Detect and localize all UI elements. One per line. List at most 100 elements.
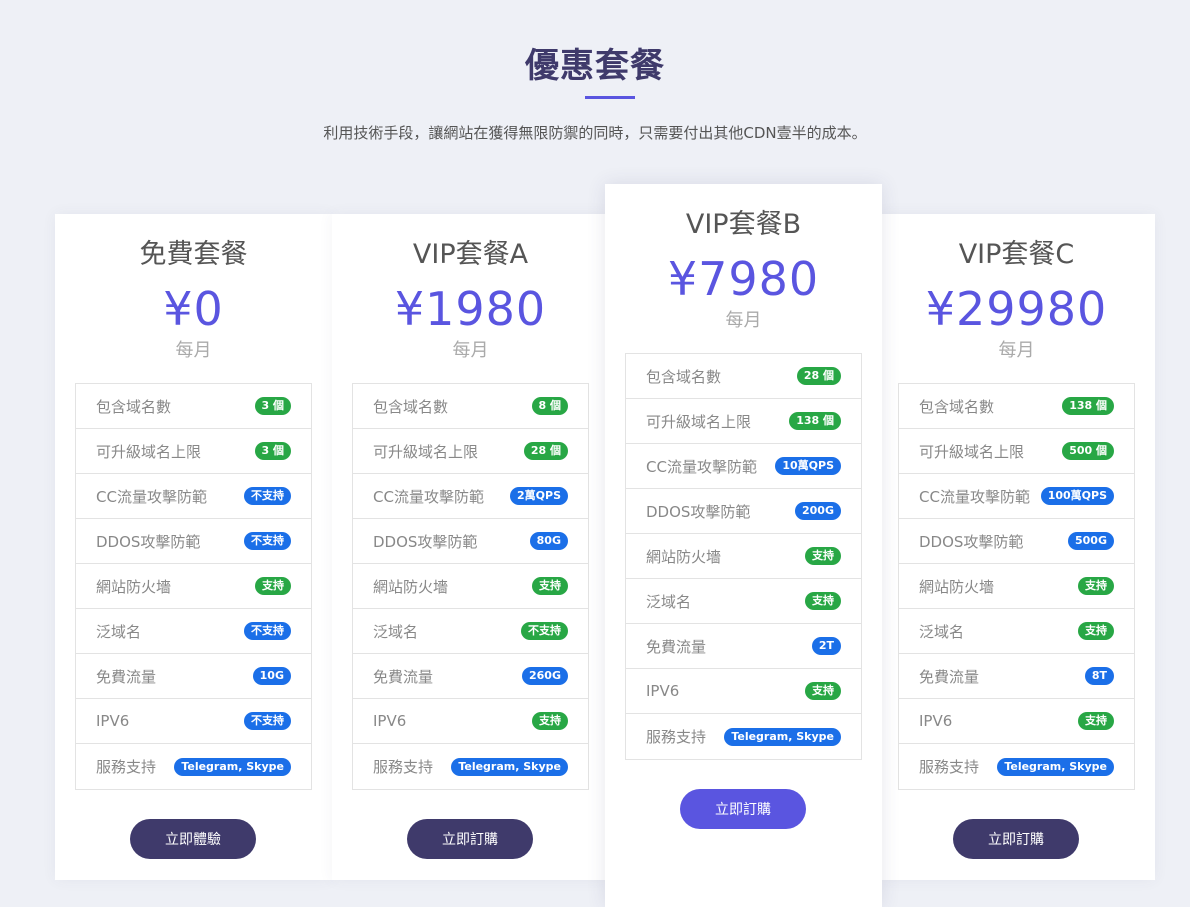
feature-row: DDOS攻擊防範 不支持 [76,519,311,564]
feature-label: 可升級域名上限 [646,412,752,431]
order-now-button[interactable]: 立即訂購 [953,819,1079,859]
feature-value-badge: 28 個 [796,367,841,385]
feature-value-badge: 不支持 [244,532,291,550]
feature-value-badge: 支持 [805,592,841,610]
plan-period: 每月 [725,310,762,331]
feature-label: 免費流量 [919,667,980,686]
order-now-button[interactable]: 立即訂購 [680,789,806,829]
feature-value-badge: 100萬QPS [1040,487,1114,505]
feature-value-badge: 80G [529,532,568,550]
feature-row: CC流量攻擊防範 100萬QPS [899,474,1134,519]
feature-row: 可升級域名上限 500 個 [899,429,1134,474]
feature-value-badge: 支持 [1078,577,1114,595]
feature-label: 服務支持 [373,758,434,776]
feature-label: CC流量攻擊防範 [373,487,484,506]
feature-value-badge: Telegram, Skype [174,757,291,776]
feature-label: 可升級域名上限 [919,442,1025,461]
plan-price: ¥1980 [394,282,547,336]
feature-row: 可升級域名上限 28 個 [353,429,588,474]
plan-price: ¥29980 [925,282,1108,336]
feature-label: IPV6 [919,712,953,730]
feature-label: 泛域名 [646,592,692,611]
feature-label: 免費流量 [646,637,707,656]
feature-label: IPV6 [646,682,680,700]
feature-row: CC流量攻擊防範 不支持 [76,474,311,519]
plan-period: 每月 [452,340,489,361]
feature-label: 泛域名 [373,622,419,641]
feature-label: 泛域名 [919,622,965,641]
section-subtitle: 利用技術手段，讓網站在獲得無限防禦的同時，只需要付出其他CDN壹半的成本。 [323,124,867,142]
plan-price: ¥7980 [667,252,820,306]
feature-label: 網站防火墻 [373,577,449,596]
feature-value-badge: 260G [522,667,568,685]
feature-row: IPV6 支持 [899,699,1134,744]
feature-value-badge: 200G [795,502,841,520]
feature-row: 包含域名數 28 個 [626,354,861,399]
feature-value-badge: 支持 [805,682,841,700]
feature-value-badge: Telegram, Skype [724,727,841,746]
plan-name: VIP套餐B [685,209,802,240]
feature-row: 免費流量 10G [76,654,311,699]
feature-row: 網站防火墻 支持 [353,564,588,609]
feature-label: 包含域名數 [646,367,722,386]
feature-list: 包含域名數 138 個可升級域名上限 500 個 CC流量攻擊防範 100萬QPS DDO… [898,383,1135,790]
feature-label: DDOS攻擊防範 [96,532,201,551]
feature-value-badge: 2萬QPS [510,487,568,505]
title-underline [585,96,635,99]
feature-value-badge: 支持 [255,577,291,595]
feature-row: 可升級域名上限 138 個 [626,399,861,444]
try-now-button[interactable]: 立即體驗 [130,819,256,859]
feature-row: 網站防火墻 支持 [76,564,311,609]
feature-list: 包含域名數 28 個可升級域名上限 138 個 CC流量攻擊防範 10萬QPS DDOS攻… [625,353,862,760]
feature-label: 服務支持 [919,758,980,776]
feature-label: 服務支持 [96,758,157,776]
feature-value-badge: 支持 [805,547,841,565]
feature-label: 包含域名數 [919,397,995,416]
feature-value-badge: 支持 [532,577,568,595]
feature-row: DDOS攻擊防範 500G [899,519,1134,564]
feature-label: IPV6 [96,712,130,730]
plan-period: 每月 [175,340,212,361]
feature-row: IPV6 不支持 [76,699,311,744]
feature-row: 服務支持 Telegram, Skype [626,714,861,759]
feature-value-badge: 3 個 [254,442,291,460]
feature-row: DDOS攻擊防範 200G [626,489,861,534]
feature-value-badge: 500G [1068,532,1114,550]
feature-label: 包含域名數 [373,397,449,416]
feature-row: 包含域名數 3 個 [76,384,311,429]
feature-label: 可升級域名上限 [373,442,479,461]
feature-row: 免費流量 2T [626,624,861,669]
feature-row: 免費流量 8T [899,654,1134,699]
plan-name: VIP套餐A [412,239,529,270]
feature-label: 網站防火墻 [646,547,722,566]
feature-row: 服務支持 Telegram, Skype [76,744,311,789]
feature-label: 可升級域名上限 [96,442,202,461]
feature-row: DDOS攻擊防範 80G [353,519,588,564]
feature-row: 包含域名數 138 個 [899,384,1134,429]
feature-value-badge: 500 個 [1062,442,1114,460]
feature-row: 服務支持 Telegram, Skype [353,744,588,789]
feature-label: 免費流量 [373,667,434,686]
plan-card-vip-c: VIP套餐C ¥29980 每月 包含域名數 138 個可升級域名上限 500 個 C… [878,214,1155,880]
feature-value-badge: 支持 [532,712,568,730]
feature-value-badge: 不支持 [244,487,291,505]
feature-row: 泛域名 支持 [626,579,861,624]
feature-row: CC流量攻擊防範 10萬QPS [626,444,861,489]
feature-value-badge: 不支持 [521,622,568,640]
feature-row: IPV6 支持 [353,699,588,744]
plan-name: 免費套餐 [139,239,248,270]
feature-value-badge: 不支持 [244,622,291,640]
plan-card-vip-a: VIP套餐A ¥1980 每月 包含域名數 8 個可升級域名上限 28 個 CC流量攻… [332,214,609,880]
plan-period: 每月 [998,340,1035,361]
feature-label: CC流量攻擊防範 [96,487,207,506]
feature-row: 包含域名數 8 個 [353,384,588,429]
feature-value-badge: 10G [252,667,291,685]
feature-label: CC流量攻擊防範 [646,457,757,476]
feature-value-badge: 不支持 [244,712,291,730]
feature-value-badge: 28 個 [523,442,568,460]
feature-value-badge: Telegram, Skype [451,757,568,776]
feature-list: 包含域名數 8 個可升級域名上限 28 個 CC流量攻擊防範 2萬QPS DDOS攻擊防範… [352,383,589,790]
feature-label: 泛域名 [96,622,142,641]
order-now-button[interactable]: 立即訂購 [407,819,533,859]
feature-label: 免費流量 [96,667,157,686]
